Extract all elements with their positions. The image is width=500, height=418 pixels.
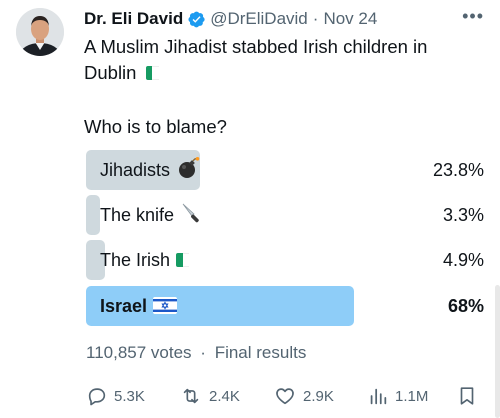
- ireland-flag-icon: [176, 250, 196, 271]
- author-handle[interactable]: @DrEliDavid: [210, 9, 308, 29]
- repost-button[interactable]: 2.4K: [179, 382, 240, 410]
- tweet-date[interactable]: Nov 24: [323, 9, 377, 29]
- views-button[interactable]: 1.1M: [367, 382, 428, 410]
- tweet-actions: 5.3K 2.4K 2.9K 1.1M: [86, 382, 484, 410]
- poll-option-percent: 3.3%: [442, 204, 484, 225]
- knife-icon: [180, 201, 204, 230]
- poll-bar: [86, 195, 100, 235]
- poll-option-percent: 23.8%: [432, 159, 484, 180]
- verified-badge-icon: [188, 11, 205, 27]
- poll-option-israel[interactable]: Israel 68%: [86, 286, 484, 326]
- author-name[interactable]: Dr. Eli David: [84, 9, 183, 29]
- bomb-icon: [176, 156, 200, 185]
- avatar[interactable]: [16, 8, 64, 56]
- like-button[interactable]: 2.9K: [273, 382, 334, 410]
- poll-option-label: Jihadists: [100, 159, 171, 180]
- more-options-icon[interactable]: •••: [462, 6, 484, 27]
- bookmark-button[interactable]: [456, 382, 484, 410]
- reply-count: 5.3K: [114, 387, 145, 405]
- poll-option-percent: 4.9%: [442, 249, 484, 270]
- views-icon: [370, 388, 387, 405]
- poll-option-label: The Irish: [100, 249, 171, 270]
- tweet-text-body: A Muslim Jihadist stabbed Irish children…: [84, 36, 428, 83]
- reply-icon: [88, 388, 106, 406]
- poll-question: Who is to blame?: [84, 116, 227, 137]
- tweet-header: Dr. Eli David @DrEliDavid · Nov 24: [84, 7, 484, 31]
- poll-option-the-irish[interactable]: The Irish 4.9%: [86, 240, 484, 280]
- poll-option-jihadists[interactable]: Jihadists 23.8%: [86, 150, 484, 190]
- poll-footer-separator: ·: [200, 343, 206, 362]
- bookmark-icon: [460, 387, 474, 405]
- view-count: 1.1M: [395, 387, 429, 405]
- ireland-flag-icon: [145, 66, 166, 80]
- reply-button[interactable]: 5.3K: [86, 382, 145, 410]
- heart-icon: [276, 388, 294, 405]
- scrollbar[interactable]: [495, 285, 500, 418]
- poll-option-percent: 68%: [447, 295, 484, 316]
- tweet-text: A Muslim Jihadist stabbed Irish children…: [84, 34, 464, 86]
- repost-count: 2.4K: [209, 387, 240, 405]
- poll-option-label: The knife: [100, 204, 175, 225]
- poll-vote-count: 110,857 votes: [86, 343, 192, 362]
- repost-icon: [183, 388, 199, 404]
- israel-flag-icon: [153, 296, 178, 317]
- poll-option-the-knife[interactable]: The knife 3.3%: [86, 195, 484, 235]
- poll-status: Final results: [214, 343, 307, 362]
- header-separator: ·: [312, 9, 319, 28]
- like-count: 2.9K: [303, 387, 334, 405]
- poll-footer: 110,857 votes · Final results: [86, 343, 306, 363]
- poll-option-label: Israel: [100, 295, 148, 316]
